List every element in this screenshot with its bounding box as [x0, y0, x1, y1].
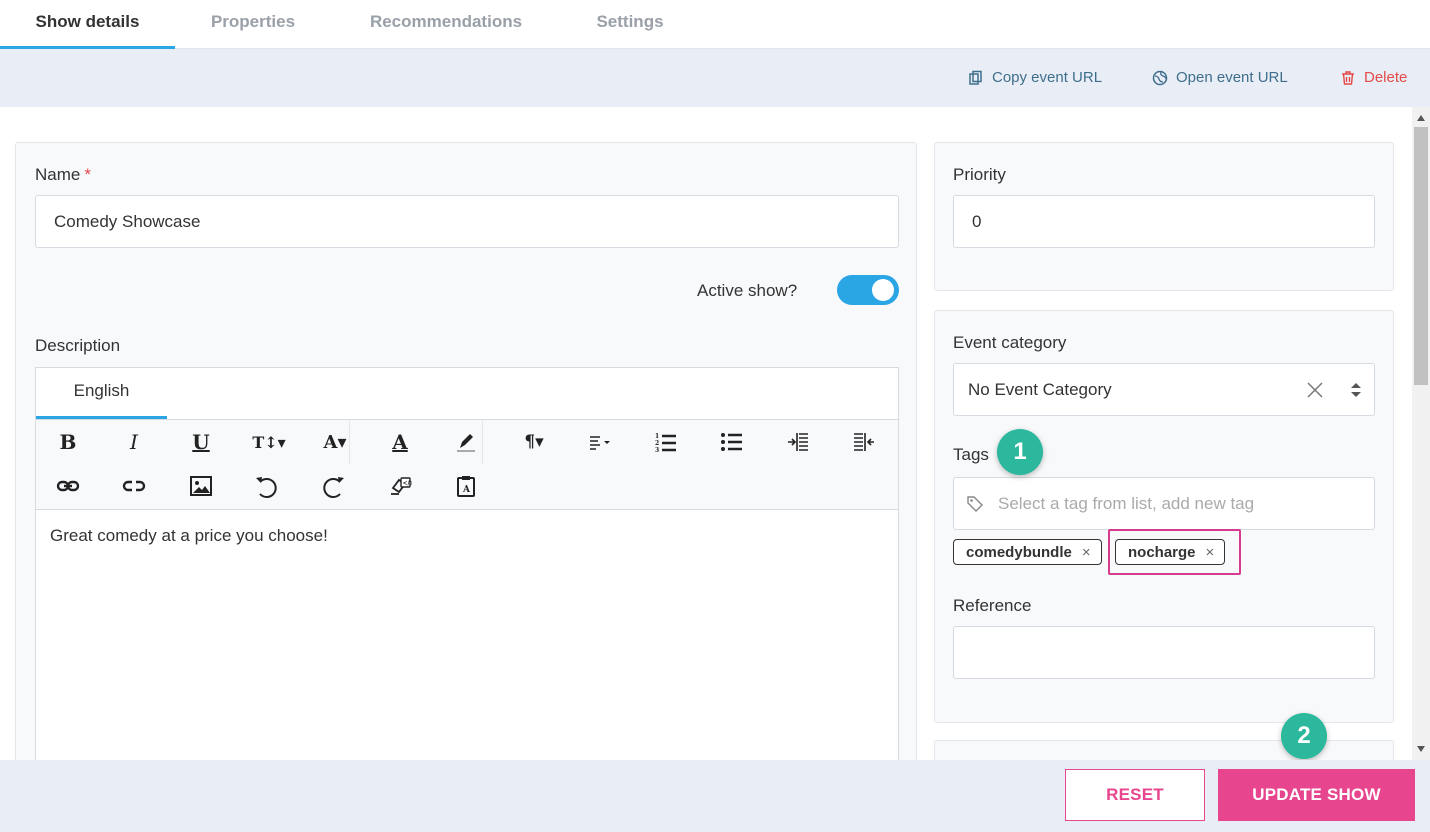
tags-placeholder: Select a tag from list, add new tag: [998, 493, 1255, 513]
language-tabs: English: [36, 368, 898, 420]
delete-label: Delete: [1364, 69, 1408, 86]
clear-icon[interactable]: [1306, 381, 1324, 399]
scrollbar[interactable]: [1412, 107, 1430, 760]
name-label: Name *: [35, 165, 91, 185]
trash-icon: [1342, 70, 1354, 85]
description-editor: English B I U T↕▾ A▾ A ¶▾ 123 </ A Great…: [35, 367, 899, 760]
indent-icon[interactable]: [782, 426, 814, 458]
event-category-value: No Event Category: [968, 379, 1112, 399]
toolbar-separator: [482, 420, 483, 464]
undo-icon[interactable]: [250, 470, 282, 502]
tag-highlight-box: [1108, 529, 1241, 575]
tab-show-details[interactable]: Show details: [0, 0, 175, 49]
show-details-panel: Name * Comedy Showcase Active show? Descr…: [15, 142, 917, 760]
font-family-icon[interactable]: A▾: [318, 426, 352, 458]
open-event-url-button[interactable]: Open event URL: [1152, 69, 1288, 86]
font-size-icon[interactable]: T↕▾: [250, 426, 288, 458]
copy-event-url-label: Copy event URL: [992, 69, 1103, 86]
insert-image-icon[interactable]: [185, 470, 217, 502]
reference-input[interactable]: [953, 626, 1375, 679]
active-show-toggle[interactable]: [837, 275, 899, 305]
underline-icon[interactable]: U: [185, 426, 217, 458]
text-color-icon[interactable]: A: [384, 426, 416, 458]
description-label: Description: [35, 336, 121, 355]
reference-label: Reference: [953, 596, 1032, 615]
priority-panel: Priority 0: [934, 142, 1394, 291]
outdent-icon[interactable]: [848, 426, 880, 458]
tag-chip: comedybundle ×: [953, 539, 1102, 565]
unordered-list-icon[interactable]: [716, 426, 748, 458]
main-content: Name * Comedy Showcase Active show? Descr…: [0, 107, 1412, 760]
select-arrows-icon: [1351, 383, 1361, 397]
delete-button[interactable]: Delete: [1340, 69, 1407, 86]
insert-link-icon[interactable]: [52, 470, 84, 502]
tag-chip-label: comedybundle: [966, 543, 1072, 561]
tag-icon: [967, 495, 983, 512]
scroll-down-icon[interactable]: [1417, 746, 1425, 752]
active-show-label: Active show?: [697, 281, 798, 300]
paste-text-icon[interactable]: A: [450, 470, 482, 502]
clear-formatting-icon[interactable]: </>: [384, 470, 416, 502]
tab-properties[interactable]: Properties: [192, 0, 314, 49]
event-category-panel: Event category No Event Category Tags Se…: [934, 310, 1394, 723]
italic-icon[interactable]: I: [118, 426, 150, 458]
ordered-list-icon[interactable]: 123: [650, 426, 682, 458]
globe-icon: [1152, 70, 1168, 85]
redo-icon[interactable]: [318, 470, 350, 502]
priority-label: Priority: [953, 165, 1006, 184]
event-category-select[interactable]: No Event Category: [953, 363, 1375, 416]
step-badge-2: 2: [1281, 713, 1327, 759]
name-input[interactable]: Comedy Showcase: [35, 195, 899, 248]
open-event-url-label: Open event URL: [1176, 69, 1288, 86]
tab-settings[interactable]: Settings: [578, 0, 682, 49]
svg-text:A: A: [462, 485, 471, 495]
required-mark: *: [84, 165, 91, 184]
paragraph-format-icon[interactable]: ¶▾: [516, 426, 552, 458]
svg-text:3: 3: [655, 447, 659, 454]
reset-button[interactable]: RESET: [1065, 769, 1205, 821]
remove-tag-icon[interactable]: ×: [1082, 544, 1091, 561]
name-input-value: Comedy Showcase: [54, 211, 201, 231]
update-show-button[interactable]: UPDATE SHOW: [1218, 769, 1415, 821]
unlink-icon[interactable]: [118, 470, 150, 502]
toggle-knob: [872, 279, 894, 301]
priority-input[interactable]: 0: [953, 195, 1375, 248]
tags-input[interactable]: Select a tag from list, add new tag: [953, 477, 1375, 530]
priority-value: 0: [972, 211, 982, 231]
scrollbar-thumb[interactable]: [1414, 127, 1428, 385]
step-badge-1: 1: [997, 429, 1043, 475]
tab-bar: Show details Properties Recommendations …: [0, 0, 1430, 49]
editor-toolbar: B I U T↕▾ A▾ A ¶▾ 123 </ A: [36, 420, 898, 510]
scroll-up-icon[interactable]: [1417, 115, 1425, 121]
svg-text:2: 2: [655, 440, 659, 447]
copy-icon: [969, 70, 982, 85]
align-icon[interactable]: [581, 426, 617, 458]
copy-event-url-button[interactable]: Copy event URL: [968, 69, 1102, 86]
svg-text:1: 1: [655, 433, 659, 440]
highlight-icon[interactable]: [450, 426, 482, 458]
tags-label: Tags: [953, 445, 989, 464]
footer-bar: RESET UPDATE SHOW: [0, 760, 1430, 832]
tab-language-english[interactable]: English: [36, 368, 167, 419]
tab-recommendations[interactable]: Recommendations: [350, 0, 542, 49]
toolbar-separator: [349, 420, 350, 464]
svg-text:</>: </>: [403, 480, 413, 487]
bold-icon[interactable]: B: [52, 426, 84, 458]
event-category-label: Event category: [953, 333, 1067, 352]
name-label-text: Name: [35, 165, 81, 184]
description-text[interactable]: Great comedy at a price you choose!: [50, 526, 328, 546]
action-bar: Copy event URL Open event URL Delete: [0, 49, 1430, 107]
